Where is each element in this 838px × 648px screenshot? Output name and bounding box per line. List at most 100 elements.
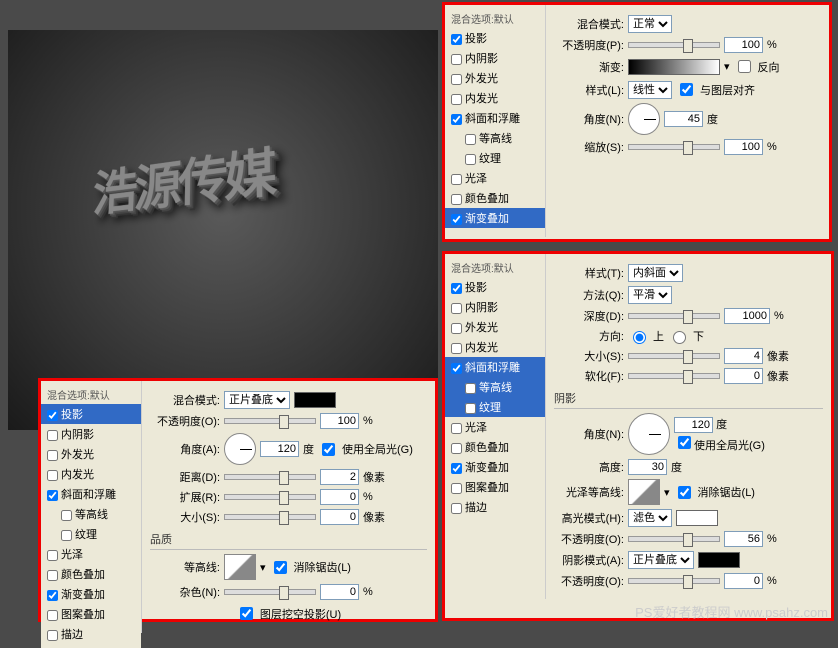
depth-label: 深度(D): [554,308,624,324]
style-bevel-3[interactable]: 斜面和浮雕 [445,357,545,377]
style-satin-2[interactable]: 光泽 [41,544,141,564]
global-light-checkbox[interactable] [322,443,335,456]
angle-input-2[interactable] [260,441,299,457]
highlight-select[interactable]: 滤色 [628,509,672,527]
anti-alias-checkbox[interactable] [274,561,287,574]
style-drop-shadow-2[interactable]: 投影 [41,404,141,424]
style-gradient-overlay-2[interactable]: 渐变叠加 [41,584,141,604]
highlight-color[interactable] [676,510,718,526]
style-inner-shadow-3[interactable]: 内阴影 [445,297,545,317]
style-color-overlay[interactable]: 颜色叠加 [445,188,545,208]
style-contour-3[interactable]: 等高线 [445,377,545,397]
style-inner-glow[interactable]: 内发光 [445,88,545,108]
spread-input[interactable] [320,489,359,505]
sh-opacity-slider[interactable] [628,578,720,584]
dir-down-radio[interactable] [673,331,686,344]
blend-mode-select[interactable]: 正常 [628,15,672,33]
altitude-label: 高度: [554,459,624,475]
style-contour-2[interactable]: 等高线 [41,504,141,524]
style-texture-2[interactable]: 纹理 [41,524,141,544]
depth-slider[interactable] [628,313,720,319]
color-swatch[interactable] [294,392,336,408]
dropdown-icon[interactable]: ▾ [260,561,266,574]
scale-input[interactable] [724,139,763,155]
sh-opacity-input[interactable] [724,573,763,589]
preview-3d-text: 浩源传媒 [85,133,399,316]
size-slider-3[interactable] [628,353,720,359]
angle-label-2: 角度(A): [150,441,220,457]
hl-opacity-input[interactable] [724,531,763,547]
style-bevel-2[interactable]: 斜面和浮雕 [41,484,141,504]
style-inner-shadow[interactable]: 内阴影 [445,48,545,68]
noise-input[interactable] [320,584,359,600]
shadow-mode-select[interactable]: 正片叠底 [628,551,694,569]
grad-style-select[interactable]: 线性 [628,81,672,99]
anti-alias-checkbox-3[interactable] [678,486,691,499]
soften-input[interactable] [724,368,763,384]
method-select[interactable]: 平滑 [628,286,672,304]
style-inner-glow-3[interactable]: 内发光 [445,337,545,357]
hl-opacity-slider[interactable] [628,536,720,542]
style-satin[interactable]: 光泽 [445,168,545,188]
styles-list-2: 混合选项:默认 投影 内阴影 外发光 内发光 斜面和浮雕 等高线 纹理 光泽 颜… [41,381,141,648]
altitude-input[interactable] [628,459,667,475]
noise-label: 杂色(N): [150,584,220,600]
style-pattern-overlay-2[interactable]: 图案叠加 [41,604,141,624]
style-outer-glow[interactable]: 外发光 [445,68,545,88]
opacity-slider[interactable] [628,42,720,48]
bevel-style-select[interactable]: 内斜面 [628,264,683,282]
style-gradient-overlay-3[interactable]: 渐变叠加 [445,457,545,477]
gloss-contour[interactable] [628,479,660,505]
angle-dial[interactable] [628,103,660,135]
soften-slider[interactable] [628,373,720,379]
angle-input[interactable] [664,111,703,127]
gradient-swatch[interactable] [628,59,720,75]
distance-input[interactable] [320,469,359,485]
angle-dial-3[interactable] [628,413,670,455]
contour-picker[interactable] [224,554,256,580]
dir-up-radio[interactable] [633,331,646,344]
reverse-checkbox[interactable] [738,60,751,73]
style-stroke-3[interactable]: 描边 [445,497,545,517]
shadow-mode-label: 阴影模式(A): [554,552,624,568]
style-outer-glow-2[interactable]: 外发光 [41,444,141,464]
style-drop-shadow[interactable]: 投影 [445,28,545,48]
scale-slider[interactable] [628,144,720,150]
direction-label: 方向: [554,328,624,344]
opacity-slider-2[interactable] [224,418,316,424]
watermark: PS爱好者教程网 www.psahz.com [635,602,828,621]
noise-slider[interactable] [224,589,316,595]
style-color-overlay-3[interactable]: 颜色叠加 [445,437,545,457]
style-texture[interactable]: 纹理 [445,148,545,168]
size-input-2[interactable] [320,509,359,525]
size-input-3[interactable] [724,348,763,364]
align-checkbox[interactable] [680,83,693,96]
dropdown-icon[interactable]: ▾ [664,486,670,499]
spread-slider[interactable] [224,494,316,500]
knockout-checkbox[interactable] [240,607,253,620]
opacity-input-2[interactable] [320,413,359,429]
angle-input-3[interactable] [674,417,713,433]
style-outer-glow-3[interactable]: 外发光 [445,317,545,337]
style-gradient-overlay[interactable]: 渐变叠加 [445,208,545,228]
style-pattern-overlay-3[interactable]: 图案叠加 [445,477,545,497]
style-drop-shadow-3[interactable]: 投影 [445,277,545,297]
style-texture-3[interactable]: 纹理 [445,397,545,417]
style-inner-glow-2[interactable]: 内发光 [41,464,141,484]
style-satin-3[interactable]: 光泽 [445,417,545,437]
shadow-color[interactable] [698,552,740,568]
dropdown-icon[interactable]: ▾ [724,60,730,73]
size-slider-2[interactable] [224,514,316,520]
style-inner-shadow-2[interactable]: 内阴影 [41,424,141,444]
global-light-checkbox-3[interactable] [678,436,691,449]
style-contour[interactable]: 等高线 [445,128,545,148]
depth-input[interactable] [724,308,770,324]
style-bevel[interactable]: 斜面和浮雕 [445,108,545,128]
angle-dial-2[interactable] [224,433,256,465]
style-stroke-2[interactable]: 描边 [41,624,141,644]
blend-mode-select-2[interactable]: 正片叠底 [224,391,290,409]
style-color-overlay-2[interactable]: 颜色叠加 [41,564,141,584]
distance-slider[interactable] [224,474,316,480]
gradient-options: 混合模式:正常 不透明度(P):% 渐变:▾反向 样式(L):线性与图层对齐 角… [545,5,829,237]
opacity-input[interactable] [724,37,763,53]
